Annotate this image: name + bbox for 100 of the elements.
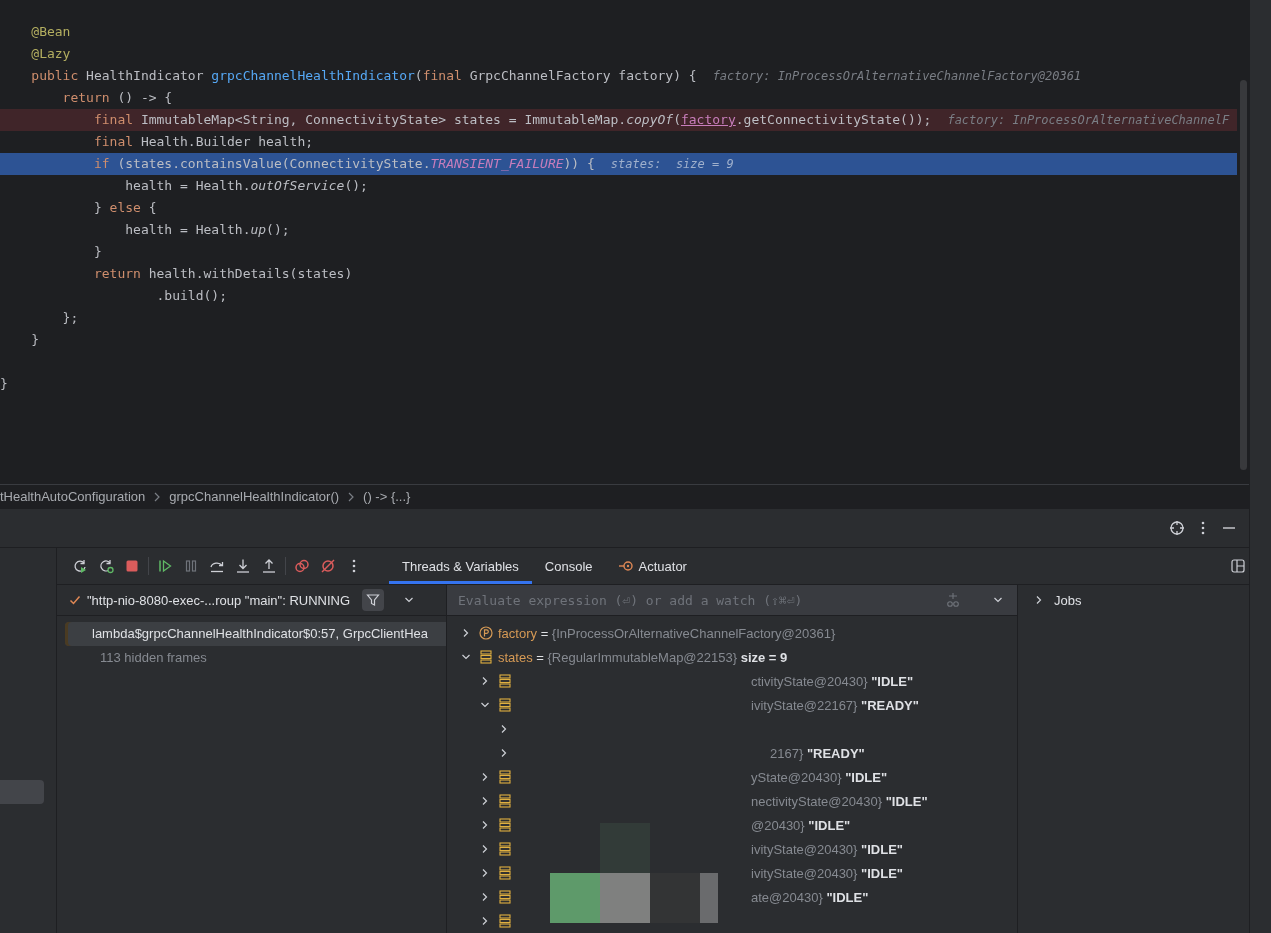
step-into-icon[interactable]: [235, 558, 251, 574]
jobs-label[interactable]: Jobs: [1054, 592, 1082, 608]
mute-breakpoints-icon[interactable]: [320, 558, 336, 574]
scrollbar[interactable]: [1239, 80, 1247, 470]
filter-button[interactable]: [362, 589, 385, 611]
variable-detail: "IDLE": [807, 817, 851, 833]
variable-value: ivityState@20430}: [751, 865, 858, 881]
chevron-right-icon[interactable]: [480, 796, 490, 806]
code-line: @Bean: [30, 23, 71, 41]
chevron-right-icon[interactable]: [480, 676, 490, 686]
layout-icon[interactable]: [1231, 559, 1245, 573]
inlay-hint: states: size = 9: [610, 156, 734, 173]
chevron-right-icon[interactable]: [480, 916, 490, 926]
code-line: return () -> {: [61, 89, 173, 107]
chevron-right-icon[interactable]: [461, 628, 471, 638]
breadcrumb-item[interactable]: () -> {...}: [363, 489, 411, 504]
thread-selector[interactable]: "http-nio-8080-exec-...roup "main": RUNNING: [87, 592, 351, 608]
chevron-right-icon[interactable]: [480, 820, 490, 830]
chevron-right-icon[interactable]: [480, 772, 490, 782]
equals-sign: =: [535, 649, 545, 665]
code-line: }: [30, 331, 40, 349]
chevron-down-icon[interactable]: [480, 700, 490, 710]
tab[interactable]: Console: [531, 548, 606, 584]
variable-name: states: [498, 649, 533, 665]
code-line: public HealthIndicator grpcChannelHealthIndicator(final GrpcChannelFactory factory) {: [30, 67, 697, 85]
breadcrumb-item[interactable]: tHealthAutoConfiguration: [0, 489, 146, 504]
evaluate-input[interactable]: Evaluate expression (⏎) or add a watch (⇧⌘⏎): [458, 592, 945, 608]
list-icon: [498, 698, 512, 712]
code-line: }: [92, 243, 102, 261]
variable-detail: "IDLE": [825, 889, 869, 905]
chevron-right-icon[interactable]: [480, 844, 490, 854]
chevron-down-icon[interactable]: [461, 652, 471, 662]
check-icon: [69, 594, 81, 606]
variable-name: factory: [498, 625, 537, 641]
list-icon: [498, 842, 512, 856]
variable-detail: "IDLE": [860, 841, 903, 857]
variable-value: 2167}: [770, 745, 804, 761]
list-icon: [498, 770, 512, 784]
variable-detail: "READY": [860, 697, 919, 713]
parameter-icon: [479, 626, 493, 640]
variable-value: nectivityState@20430}: [751, 793, 882, 809]
pause-icon[interactable]: [183, 558, 199, 574]
variable-value: ivityState@22167}: [751, 697, 858, 713]
code-line: };: [61, 309, 79, 327]
code-line: return health.withDetails(states): [92, 265, 353, 283]
list-icon: [498, 794, 512, 808]
variable-detail: size = 9: [739, 649, 788, 665]
resume-icon[interactable]: [157, 558, 173, 574]
rerun-debug-icon[interactable]: [98, 558, 114, 574]
tab[interactable]: Actuator: [605, 548, 700, 584]
variable-value: @20430}: [751, 817, 805, 833]
list-icon: [498, 866, 512, 880]
variable-detail: "IDLE": [884, 793, 928, 809]
rerun-icon[interactable]: [72, 558, 88, 574]
code-line: @Lazy: [30, 45, 71, 63]
code-line: health = Health.up();: [124, 221, 290, 239]
chevron-right-icon[interactable]: [499, 748, 509, 758]
equals-sign: =: [539, 625, 550, 641]
filter-icon: [366, 593, 381, 607]
code-line: if (states.containsValue(ConnectivityState.TRANSIENT_FAILURE)) {: [92, 155, 595, 173]
variable-value: {RegularImmutableMap@22153}: [547, 649, 738, 665]
variable-value: ate@20430}: [751, 889, 823, 905]
stop-icon[interactable]: [124, 558, 140, 574]
crosshair-icon[interactable]: [1169, 519, 1185, 536]
variable-detail: "IDLE": [860, 865, 903, 881]
code-line: final ImmutableMap<String, ConnectivityState> states = ImmutableMap.copyOf(factory.getConnectivityState());: [92, 111, 932, 129]
code-line: final Health.Builder health;: [92, 133, 314, 151]
evaluate-field[interactable]: Evaluate expression (⏎) or add a watch (⇧⌘⏎): [447, 585, 1017, 616]
variable-detail: "IDLE": [870, 673, 914, 689]
step-out-icon[interactable]: [261, 558, 277, 574]
list-icon: [498, 914, 512, 928]
variable-value: ivityState@20430}: [751, 841, 858, 857]
list-icon: [498, 818, 512, 832]
hidden-frames-label[interactable]: 113 hidden frames: [65, 646, 446, 670]
chevron-down-icon[interactable]: [993, 595, 1003, 605]
plug-icon: [618, 559, 633, 573]
breakpoints-icon[interactable]: [294, 558, 310, 574]
code-line: .build();: [155, 287, 227, 305]
code-line: }: [0, 375, 8, 393]
chevron-down-icon[interactable]: [404, 595, 415, 605]
chevron-right-icon[interactable]: [1034, 595, 1044, 605]
chevron-right-icon: [347, 491, 356, 502]
breadcrumb-item[interactable]: grpcChannelHealthIndicator(): [169, 489, 340, 504]
code-line: } else {: [92, 199, 157, 217]
list-icon: [498, 890, 512, 904]
chevron-right-icon: [153, 491, 162, 502]
variable-value: ctivityState@20430}: [751, 673, 868, 689]
variable-value: {InProcessOrAlternativeChannelFactory@20361}: [551, 625, 836, 641]
variable-detail: "READY": [805, 745, 865, 761]
variable-value: yState@20430}: [751, 769, 842, 785]
stack-frame[interactable]: lambda$grpcChannelHealthIndicator$0:57, GrpcClientHea: [65, 622, 446, 646]
chevron-right-icon[interactable]: [499, 724, 509, 734]
list-icon: [479, 650, 493, 664]
chevron-right-icon[interactable]: [480, 892, 490, 902]
inlay-hint: factory: InProcessOrAlternativeChannelFactory@20361: [712, 68, 1082, 85]
variable-detail: "IDLE": [844, 769, 888, 785]
inlay-hint: factory: InProcessOrAlternativeChannelF: [947, 112, 1230, 129]
chevron-right-icon[interactable]: [480, 868, 490, 878]
list-icon: [498, 674, 512, 688]
code-line: health = Health.outOfService();: [124, 177, 368, 195]
